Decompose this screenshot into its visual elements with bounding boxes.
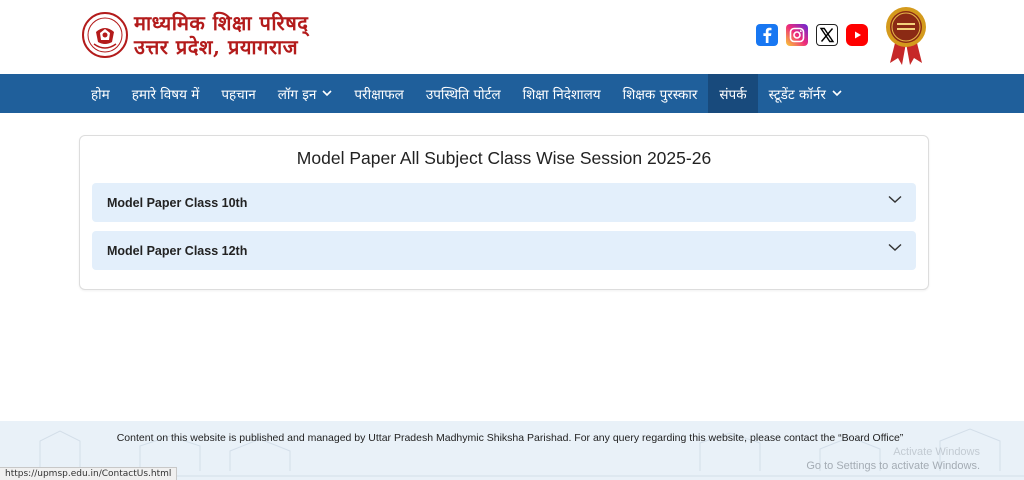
upmsp-logo-icon[interactable] [82,12,128,58]
nav-item-label: संपर्क [719,86,747,103]
nav-item-label: उपस्थिति पोर्टल [425,86,501,103]
page-title: Model Paper All Subject Class Wise Sessi… [296,148,712,168]
page: माध्यमिक शिक्षा परिषद् उत्तर प्रदेश, प्र… [0,0,1024,480]
nav-item-label: हमारे विषय में [131,86,200,103]
nav-item-attendance-portal[interactable]: उपस्थिति पोर्टल [415,74,512,113]
nav-item-label: शिक्षक पुरस्कार [622,86,698,103]
accordion-label: Model Paper Class 10th [107,195,248,210]
footer-text: Content on this website is published and… [116,432,904,444]
nav-item-label: पहचान [221,86,256,103]
accordion-class-10[interactable]: Model Paper Class 10th [92,183,916,222]
nav-item-contact[interactable]: संपर्क [708,74,758,113]
nav-item-teacher-award[interactable]: शिक्षक पुरस्कार [612,74,709,113]
brand-line-2: उत्तर प्रदेश, प्रयागराज [134,35,299,59]
facebook-icon[interactable] [756,24,778,46]
youtube-icon[interactable] [846,24,868,46]
award-medal-icon [884,5,928,67]
nav-item-label: लॉग इन [277,86,317,103]
brand-name[interactable]: माध्यमिक शिक्षा परिषद् उत्तर प्रदेश, प्र… [134,11,308,59]
brand-line-1: माध्यमिक शिक्षा परिषद् [134,11,309,35]
watermark-line-2: Go to Settings to activate Windows. [806,460,980,472]
nav-item-label: परीक्षाफल [354,86,404,103]
chevron-down-icon [888,195,902,203]
nav-item-label: होम [91,86,110,103]
nav-item-label: शिक्षा निदेशालय [522,86,601,103]
social-links [756,24,868,46]
watermark-line-1: Activate Windows [893,446,980,458]
accordion-label: Model Paper Class 12th [107,243,248,258]
chevron-down-icon [888,243,902,251]
instagram-icon[interactable] [786,24,808,46]
main-nav: होम हमारे विषय में पहचान लॉग इन परीक्षाफ… [0,74,1024,113]
model-paper-card: Model Paper All Subject Class Wise Sessi… [79,135,929,290]
x-icon[interactable] [816,24,838,46]
chevron-down-icon [322,90,332,97]
accordion-class-12[interactable]: Model Paper Class 12th [92,231,916,270]
site-header: माध्यमिक शिक्षा परिषद् उत्तर प्रदेश, प्र… [0,0,1024,74]
nav-item-results[interactable]: परीक्षाफल [343,74,414,113]
nav-item-home[interactable]: होम [80,74,121,113]
nav-item-label: स्टूडेंट कॉर्नर [768,86,826,103]
nav-item-student-corner[interactable]: स्टूडेंट कॉर्नर [758,74,853,113]
status-bar-url: https://upmsp.edu.in/ContactUs.html [0,467,178,480]
nav-item-education-directorate[interactable]: शिक्षा निदेशालय [512,74,612,113]
nav-list: होम हमारे विषय में पहचान लॉग इन परीक्षाफ… [0,74,1024,113]
windows-activation-watermark: Activate Windows Go to Settings to activ… [806,445,980,473]
nav-item-identity[interactable]: पहचान [210,74,266,113]
nav-item-login[interactable]: लॉग इन [267,74,344,113]
chevron-down-icon [832,90,842,97]
nav-item-about[interactable]: हमारे विषय में [121,74,211,113]
